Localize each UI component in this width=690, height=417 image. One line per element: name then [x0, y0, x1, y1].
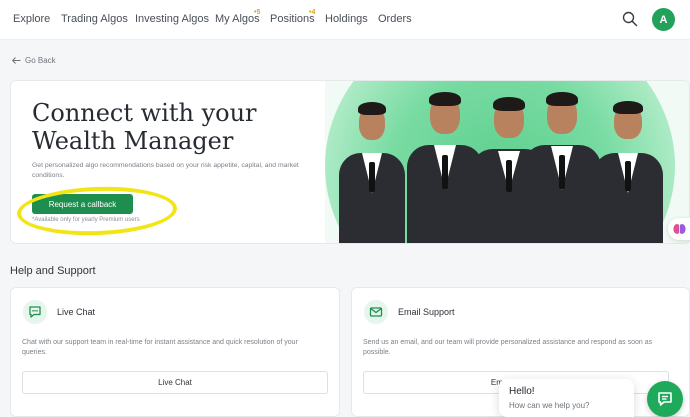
person-figure — [339, 100, 405, 243]
wealth-manager-banner: Connect with your Wealth Manager Get per… — [10, 80, 690, 244]
chat-hello-text: Hello! — [509, 386, 535, 397]
person-figure — [593, 99, 663, 243]
chat-bubble-icon — [658, 392, 672, 406]
team-illustration — [325, 81, 689, 243]
nav-positions[interactable]: Positions — [270, 13, 315, 25]
chat-launcher-button[interactable] — [647, 381, 683, 417]
help-support-title: Help and Support — [10, 265, 96, 277]
arrow-left-icon — [12, 57, 21, 64]
ai-assistant-icon[interactable] — [668, 218, 690, 240]
nav-trading-algos[interactable]: Trading Algos — [61, 13, 128, 25]
go-back-label: Go Back — [25, 56, 56, 65]
chat-greeting-popup[interactable]: Hello! How can we help you? — [499, 379, 634, 417]
search-icon[interactable] — [622, 11, 638, 27]
top-nav: Explore Trading Algos Investing Algos My… — [0, 0, 690, 40]
nav-investing-algos[interactable]: Investing Algos — [135, 13, 209, 25]
chat-icon — [23, 300, 47, 324]
person-figure — [523, 90, 601, 243]
live-chat-card: Live Chat Chat with our support team in … — [10, 287, 340, 417]
nav-orders[interactable]: Orders — [378, 13, 412, 25]
nav-my-algos[interactable]: My Algos — [215, 13, 260, 25]
highlight-annotation — [16, 184, 178, 238]
nav-explore[interactable]: Explore — [13, 13, 50, 25]
hero-subtitle: Get personalized algo recommendations ba… — [32, 162, 299, 179]
live-chat-description: Chat with our support team in real-time … — [22, 339, 298, 356]
avatar[interactable]: A — [652, 8, 675, 31]
positions-badge: •4 — [309, 9, 316, 16]
mail-icon — [364, 300, 388, 324]
chat-help-text: How can we help you? — [509, 401, 590, 410]
email-support-description: Send us an email, and our team will prov… — [363, 339, 653, 356]
email-support-title: Email Support — [398, 307, 455, 317]
my-algos-badge: •5 — [254, 9, 261, 16]
go-back-link[interactable]: Go Back — [12, 56, 56, 65]
live-chat-title: Live Chat — [57, 307, 96, 317]
live-chat-button[interactable]: Live Chat — [22, 371, 328, 394]
nav-holdings[interactable]: Holdings — [325, 13, 368, 25]
hero-title: Connect with your Wealth Manager — [32, 99, 257, 155]
